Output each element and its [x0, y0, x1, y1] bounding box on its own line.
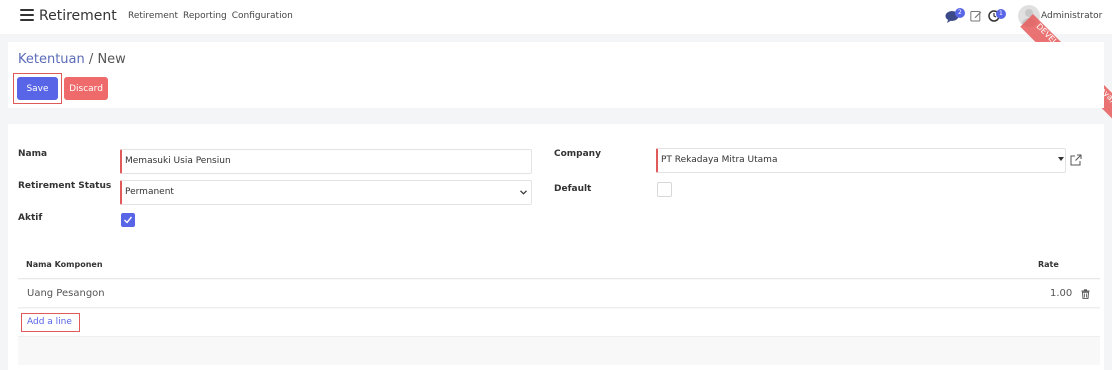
- breadcrumb: Ketentuan / New: [18, 52, 126, 67]
- top-menu: Retirement Reporting Configuration: [128, 11, 293, 21]
- chat-count-badge: 2: [955, 8, 965, 18]
- form-sheet: Nama Memasuki Usia Pensiun Retirement St…: [8, 124, 1104, 370]
- nama-label: Nama: [18, 149, 48, 159]
- edit-icon[interactable]: [970, 10, 982, 22]
- breadcrumb-separator: /: [88, 52, 94, 67]
- add-line-row: Add a line: [18, 309, 1100, 337]
- aktif-checkbox[interactable]: [121, 213, 135, 227]
- external-link-icon[interactable]: [1070, 154, 1082, 166]
- column-nama-komponen[interactable]: Nama Komponen: [26, 260, 103, 269]
- check-icon: [124, 216, 133, 224]
- column-rate[interactable]: Rate: [1038, 260, 1059, 269]
- retirement-status-value: Permanent: [125, 187, 174, 197]
- top-navbar: Retirement Retirement Reporting Configur…: [0, 0, 1112, 119]
- breadcrumb-current: New: [97, 52, 126, 67]
- add-line-link[interactable]: Add a line: [27, 317, 72, 327]
- caret-down-icon[interactable]: [1058, 157, 1064, 161]
- company-value: PT Rekadaya Mitra Utama: [661, 155, 778, 165]
- menu-item-configuration[interactable]: Configuration: [232, 11, 293, 21]
- aktif-label: Aktif: [18, 213, 43, 223]
- menu-item-retirement[interactable]: Retirement: [128, 11, 178, 21]
- company-label: Company: [554, 149, 601, 159]
- default-checkbox[interactable]: [657, 182, 672, 197]
- breadcrumb-parent[interactable]: Ketentuan: [18, 52, 85, 67]
- table-row[interactable]: Uang Pesangon 1.00: [18, 280, 1100, 308]
- company-select[interactable]: PT Rekadaya Mitra Utama: [656, 148, 1066, 173]
- save-button[interactable]: Save: [17, 77, 58, 100]
- retirement-status-select[interactable]: Permanent: [120, 180, 532, 205]
- nama-input[interactable]: Memasuki Usia Pensiun: [120, 149, 532, 174]
- control-panel: Ketentuan / New Save Discard: [8, 42, 1104, 108]
- chevron-down-icon[interactable]: [520, 190, 527, 195]
- app-title[interactable]: Retirement: [39, 8, 117, 24]
- komponen-table: Nama Komponen Rate Uang Pesangon 1.00 Ad…: [18, 250, 1100, 365]
- cell-nama-komponen[interactable]: Uang Pesangon: [27, 288, 105, 299]
- trash-icon[interactable]: [1081, 289, 1090, 299]
- discard-button[interactable]: Discard: [64, 77, 108, 100]
- user-name[interactable]: Administrator: [1041, 11, 1102, 21]
- default-label: Default: [554, 184, 592, 194]
- retirement-status-label: Retirement Status: [18, 181, 112, 191]
- menu-item-reporting[interactable]: Reporting: [183, 11, 227, 21]
- cell-rate[interactable]: 1.00: [1050, 288, 1072, 299]
- activity-count-badge: 1: [996, 9, 1006, 19]
- table-header: Nama Komponen Rate: [18, 250, 1100, 279]
- menu-icon[interactable]: [20, 9, 34, 23]
